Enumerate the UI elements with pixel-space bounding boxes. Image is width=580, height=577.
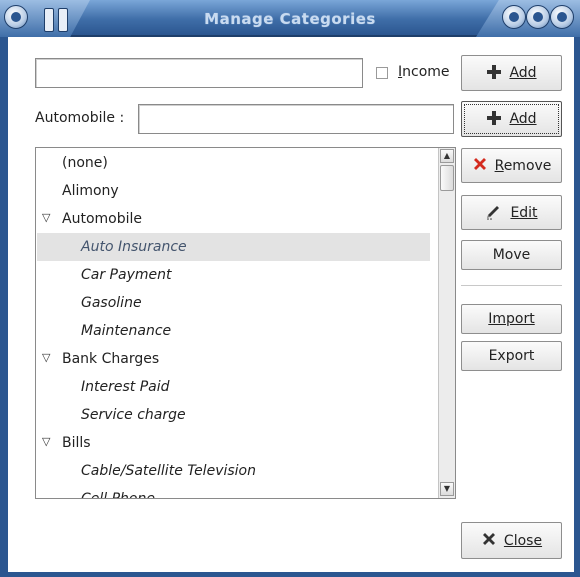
row-label: (none): [62, 155, 108, 171]
row-label: Interest Paid: [81, 379, 170, 395]
expander-triangle-icon[interactable]: ▽: [42, 435, 50, 448]
close-window-icon[interactable]: [550, 5, 574, 29]
parent-category-label: Automobile :: [35, 110, 125, 126]
title-bar[interactable]: Manage Categories: [0, 0, 580, 37]
edit-button[interactable]: Edit: [461, 195, 562, 230]
add-category-label: Add: [509, 65, 537, 81]
edit-label: Edit: [510, 204, 538, 221]
red-x-icon: [472, 156, 488, 175]
row-label: Car Payment: [81, 267, 172, 283]
maximize-icon[interactable]: [526, 5, 550, 29]
subcategory-row[interactable]: Interest Paid: [37, 373, 430, 401]
scroll-up-icon[interactable]: ▲: [440, 149, 454, 163]
manage-categories-window: Manage Categories Income Add Automobile …: [0, 0, 580, 577]
remove-button[interactable]: Remove: [461, 148, 562, 183]
scroll-thumb[interactable]: [440, 165, 454, 191]
category-tree[interactable]: (none) Alimony ▽ Automobile Auto Insurance Ca…: [35, 147, 456, 499]
row-label: Maintenance: [81, 323, 172, 339]
row-label: Gasoline: [81, 295, 142, 311]
plus-icon: [486, 64, 502, 83]
move-label: Move: [492, 247, 531, 263]
expander-triangle-icon[interactable]: ▽: [42, 351, 50, 364]
expander-triangle-icon[interactable]: ▽: [42, 211, 50, 224]
subcategory-row[interactable]: Cable/Satellite Television: [37, 457, 430, 485]
subcategory-row[interactable]: Service charge: [37, 401, 430, 429]
add-category-button[interactable]: Add: [461, 55, 562, 91]
row-label: Automobile: [62, 211, 142, 227]
window-border-right: [574, 37, 580, 577]
income-checkbox[interactable]: [376, 67, 388, 79]
subcategory-row[interactable]: Gasoline: [37, 289, 430, 317]
pencil-icon: [485, 202, 503, 223]
row-label: Alimony: [62, 183, 119, 199]
vertical-scrollbar[interactable]: ▲ ▼: [438, 148, 455, 498]
close-label: Close: [503, 532, 543, 549]
remove-label-rest: emove: [503, 157, 552, 174]
add-subcategory-label: Add: [509, 111, 537, 127]
row-label: Auto Insurance: [81, 239, 187, 255]
category-row[interactable]: ▽ Bank Charges: [37, 345, 430, 373]
category-row[interactable]: Alimony: [37, 177, 430, 205]
remove-label-mnemonic: R: [494, 157, 504, 174]
row-label: Bills: [62, 435, 91, 451]
row-label: Bank Charges: [62, 351, 160, 367]
minimize-icon[interactable]: [502, 5, 526, 29]
row-label: Service charge: [81, 407, 186, 423]
category-row[interactable]: (none): [37, 149, 430, 177]
row-label: Cell Phone: [81, 491, 155, 499]
window-border-bottom: [0, 572, 580, 577]
x-icon: [481, 531, 497, 550]
row-label: Cable/Satellite Television: [81, 463, 256, 479]
import-button[interactable]: Import: [461, 304, 562, 334]
category-row[interactable]: ▽ Automobile: [37, 205, 430, 233]
subcategory-name-input[interactable]: [138, 104, 454, 134]
add-subcategory-button[interactable]: Add: [461, 101, 562, 137]
income-label: Income: [398, 64, 450, 80]
subcategory-row[interactable]: Car Payment: [37, 261, 430, 289]
export-button[interactable]: Export: [461, 341, 562, 371]
category-row[interactable]: ▽ Bills: [37, 429, 430, 457]
subcategory-row[interactable]: Auto Insurance: [37, 233, 430, 261]
category-name-input[interactable]: [35, 58, 363, 88]
scroll-down-icon[interactable]: ▼: [440, 482, 454, 496]
button-separator: [461, 285, 562, 286]
subcategory-row[interactable]: Cell Phone: [37, 485, 430, 499]
close-button[interactable]: Close: [461, 522, 562, 559]
subcategory-row[interactable]: Maintenance: [37, 317, 430, 345]
move-button[interactable]: Move: [461, 240, 562, 270]
export-label: Export: [488, 348, 535, 364]
window-controls: [476, 0, 580, 37]
remove-label: Remove: [495, 158, 552, 174]
plus-icon: [486, 110, 502, 129]
income-label-rest: ncome: [402, 64, 450, 80]
window-border-left: [0, 37, 8, 577]
import-label: Import: [488, 311, 535, 327]
